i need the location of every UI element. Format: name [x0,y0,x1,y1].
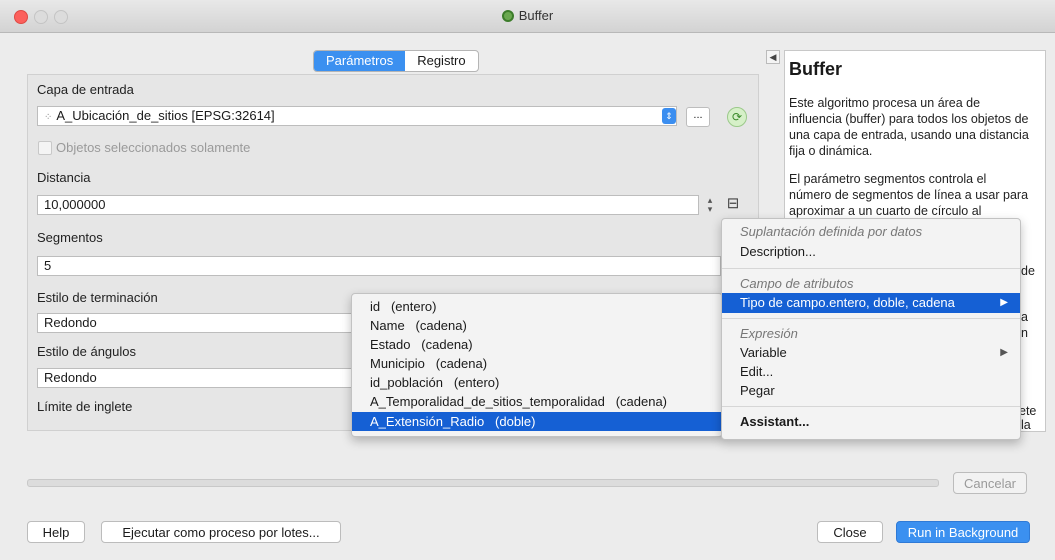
tab-registro[interactable]: Registro [405,51,477,71]
menu-separator [722,318,1020,319]
field-item[interactable]: id (entero) [352,297,722,316]
menu-header-field: Campo de atributos [740,276,854,291]
chevron-updown-icon[interactable]: ⇕ [662,108,676,124]
help-fragment: de [1021,264,1035,278]
menu-separator [722,268,1020,269]
tab-bar: Parámetros Registro [313,50,479,72]
field-item[interactable]: A_Temporalidad_de_sitios_temporalidad (c… [352,392,722,411]
end-cap-label: Estilo de terminación [37,290,158,305]
menu-item-paste[interactable]: Pegar [722,381,1020,401]
menu-header-data-defined: Suplantación definida por datos [740,224,923,239]
segments-input[interactable]: 5 [37,256,721,276]
menu-header-expression: Expresión [740,326,798,341]
browse-button[interactable]: ... [686,107,710,127]
help-fragment: a [1021,310,1028,324]
field-item[interactable]: Estado (cadena) [352,335,722,354]
title-bar: Buffer [0,0,1055,33]
help-paragraph-2: El parámetro segmentos controla el númer… [789,172,1029,218]
selected-only-label: Objetos seleccionados solamente [56,140,251,155]
distance-label: Distancia [37,170,91,185]
field-item[interactable]: id_población (entero) [352,373,722,392]
miter-limit-label: Límite de inglete [37,399,133,414]
iterate-refresh-icon[interactable]: ⟳ [727,107,747,127]
spinbox-arrows-icon[interactable]: ▴ ▾ [705,196,715,214]
submenu-arrow-icon: ▶ [1000,347,1008,358]
menu-item-assistant[interactable]: Assistant... [722,412,1020,432]
field-item-selected[interactable]: A_Extensión_Radio (doble) [352,412,722,431]
segments-label: Segmentos [37,230,103,245]
menu-item-description[interactable]: Description... [722,242,1020,262]
data-defined-menu: Suplantación definida por datos Descript… [721,218,1021,440]
join-style-combo[interactable]: Redondo [37,368,357,388]
help-title: Buffer [789,59,842,79]
help-paragraph-1: Este algoritmo procesa un área de influe… [789,96,1029,158]
field-item[interactable]: Municipio (cadena) [352,354,722,373]
cancel-button[interactable]: Cancelar [953,472,1027,494]
menu-item-variable[interactable]: Variable ▶ [722,343,1020,363]
tab-parametros[interactable]: Parámetros [314,51,406,71]
menu-separator [722,406,1020,407]
end-cap-combo[interactable]: Redondo [37,313,357,333]
distance-input[interactable]: 10,000000 [37,195,699,215]
input-layer-combo[interactable]: ⁘ A_Ubicación_de_sitios [EPSG:32614] [37,106,677,126]
submenu-arrow-icon: ▶ [1000,297,1008,308]
qgis-logo-icon [501,10,514,22]
collapse-help-icon[interactable]: ◀ [766,50,780,64]
field-submenu: id (entero) Name (cadena) Estado (cadena… [351,293,723,437]
close-button[interactable]: Close [817,521,883,543]
batch-process-button[interactable]: Ejecutar como proceso por lotes... [101,521,341,543]
run-in-background-button[interactable]: Run in Background [896,521,1030,543]
join-style-label: Estilo de ángulos [37,344,137,359]
help-button[interactable]: Help [27,521,85,543]
selected-only-checkbox[interactable] [38,141,52,155]
point-layer-icon: ⁘ [44,112,53,123]
input-layer-label: Capa de entrada [37,82,134,97]
progress-bar [27,479,939,487]
help-fragment: la [1021,418,1031,432]
menu-item-field-type[interactable]: Tipo de campo.entero, doble, cadena ▶ [722,293,1020,313]
window-title: Buffer [0,8,1055,23]
data-defined-override-icon[interactable]: ⊟ [723,194,743,212]
menu-item-edit[interactable]: Edit... [722,362,1020,382]
field-item[interactable]: Name (cadena) [352,316,722,335]
help-fragment: n [1021,326,1028,340]
